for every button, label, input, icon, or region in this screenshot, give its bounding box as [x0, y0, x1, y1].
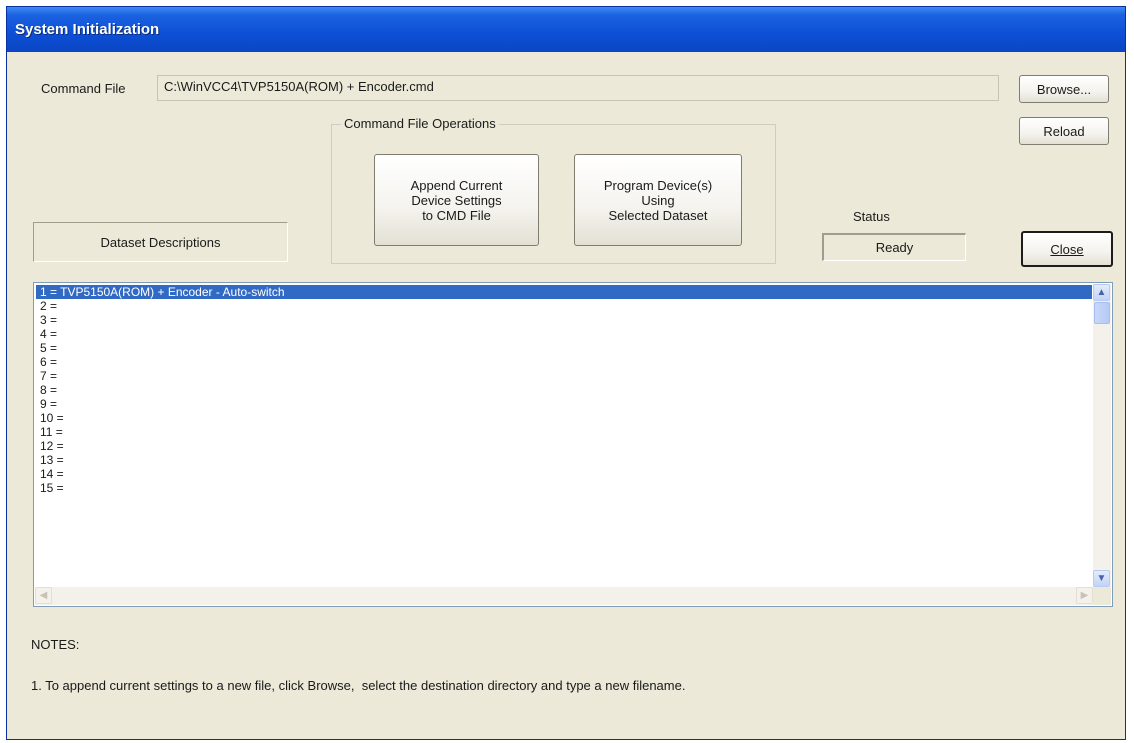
list-item[interactable]: 9 = — [36, 397, 1092, 411]
chevron-right-icon[interactable]: ▶ — [1076, 587, 1093, 604]
command-file-operations-title: Command File Operations — [341, 116, 499, 131]
chevron-down-icon[interactable]: ▼ — [1093, 570, 1110, 587]
chevron-up-icon[interactable]: ▲ — [1093, 284, 1110, 301]
status-value: Ready — [822, 233, 966, 261]
list-item[interactable]: 15 = — [36, 481, 1092, 495]
notes-line-1: 1. To append current settings to a new f… — [31, 678, 686, 693]
reload-button[interactable]: Reload — [1019, 117, 1109, 145]
vertical-scroll-thumb[interactable] — [1094, 302, 1110, 324]
dataset-descriptions-label: Dataset Descriptions — [33, 222, 288, 262]
horizontal-scrollbar[interactable]: ◀ ▶ — [35, 587, 1093, 605]
scrollbar-corner — [1093, 587, 1111, 605]
window-title: System Initialization — [7, 7, 1125, 52]
list-item[interactable]: 2 = — [36, 299, 1092, 313]
system-initialization-window: System Initialization Command File C:\Wi… — [6, 6, 1126, 740]
list-item[interactable]: 13 = — [36, 453, 1092, 467]
list-item[interactable]: 1 = TVP5150A(ROM) + Encoder - Auto-switc… — [36, 285, 1092, 299]
list-item[interactable]: 5 = — [36, 341, 1092, 355]
list-item[interactable]: 6 = — [36, 355, 1092, 369]
chevron-left-icon[interactable]: ◀ — [35, 587, 52, 604]
dataset-list-items: 1 = TVP5150A(ROM) + Encoder - Auto-switc… — [36, 285, 1092, 586]
command-file-label: Command File — [41, 81, 126, 96]
append-settings-button[interactable]: Append Current Device Settings to CMD Fi… — [374, 154, 539, 246]
list-item[interactable]: 7 = — [36, 369, 1092, 383]
dataset-list[interactable]: 1 = TVP5150A(ROM) + Encoder - Auto-switc… — [33, 282, 1113, 607]
close-button[interactable]: Close — [1021, 231, 1113, 267]
list-item[interactable]: 14 = — [36, 467, 1092, 481]
program-devices-button[interactable]: Program Device(s) Using Selected Dataset — [574, 154, 742, 246]
list-item[interactable]: 10 = — [36, 411, 1092, 425]
list-item[interactable]: 11 = — [36, 425, 1092, 439]
list-item[interactable]: 8 = — [36, 383, 1092, 397]
list-item[interactable]: 12 = — [36, 439, 1092, 453]
notes-heading: NOTES: — [31, 637, 80, 652]
browse-button[interactable]: Browse... — [1019, 75, 1109, 103]
list-item[interactable]: 3 = — [36, 313, 1092, 327]
list-item[interactable]: 4 = — [36, 327, 1092, 341]
vertical-scrollbar[interactable]: ▲ ▼ — [1093, 284, 1111, 587]
command-file-field[interactable]: C:\WinVCC4\TVP5150A(ROM) + Encoder.cmd — [157, 75, 999, 101]
status-label: Status — [853, 209, 890, 224]
